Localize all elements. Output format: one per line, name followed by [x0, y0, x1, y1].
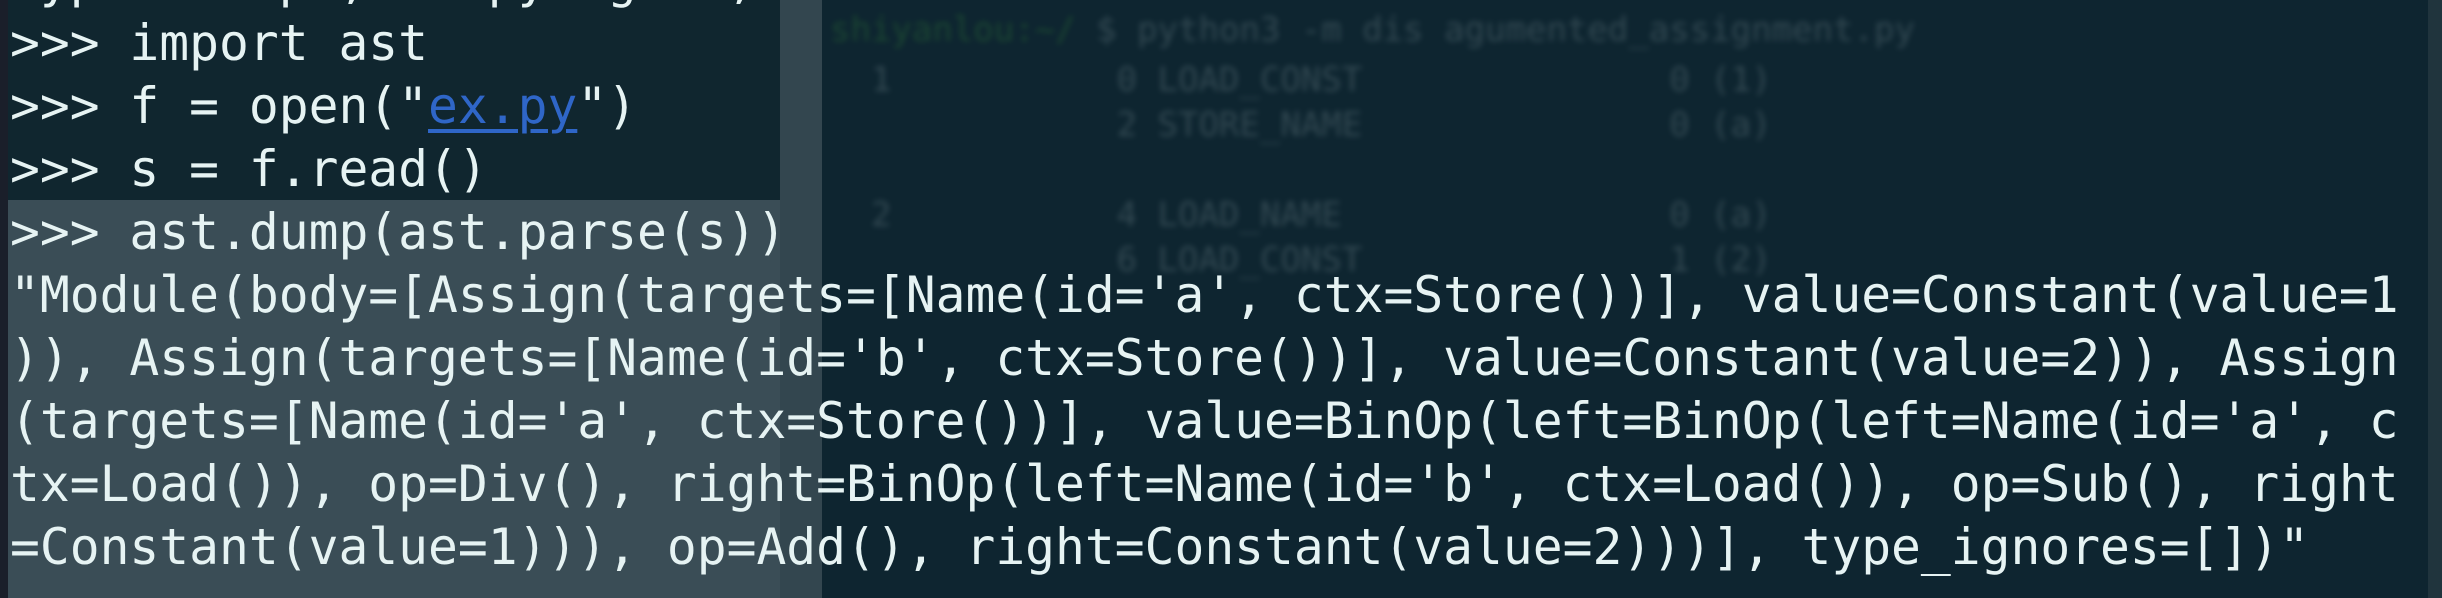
left-window-edge	[0, 0, 8, 598]
banner-line: Type "help", "copyright", "credits" or "…	[10, 0, 2440, 12]
python-repl-output[interactable]: Type "help", "copyright", "credits" or "…	[10, 0, 2440, 579]
output-line: )), Assign(targets=[Name(id='b', ctx=Sto…	[10, 329, 2399, 387]
repl-line-read: >>> s = f.read()	[10, 140, 488, 198]
open-prefix: >>> f = open("	[10, 77, 429, 135]
output-line: (targets=[Name(id='a', ctx=Store())], va…	[10, 392, 2399, 450]
file-link[interactable]: ex.py	[428, 77, 577, 135]
output-line: =Constant(value=1))), op=Add(), right=Co…	[10, 518, 2310, 576]
open-suffix: ")	[577, 77, 638, 135]
repl-line-dump: >>> ast.dump(ast.parse(s))	[10, 203, 787, 261]
output-line: tx=Load()), op=Div(), right=BinOp(left=N…	[10, 455, 2399, 513]
repl-line-import: >>> import ast	[10, 14, 429, 72]
repl-line-open: >>> f = open("ex.py")	[10, 75, 2440, 138]
output-line: "Module(body=[Assign(targets=[Name(id='a…	[10, 266, 2399, 324]
